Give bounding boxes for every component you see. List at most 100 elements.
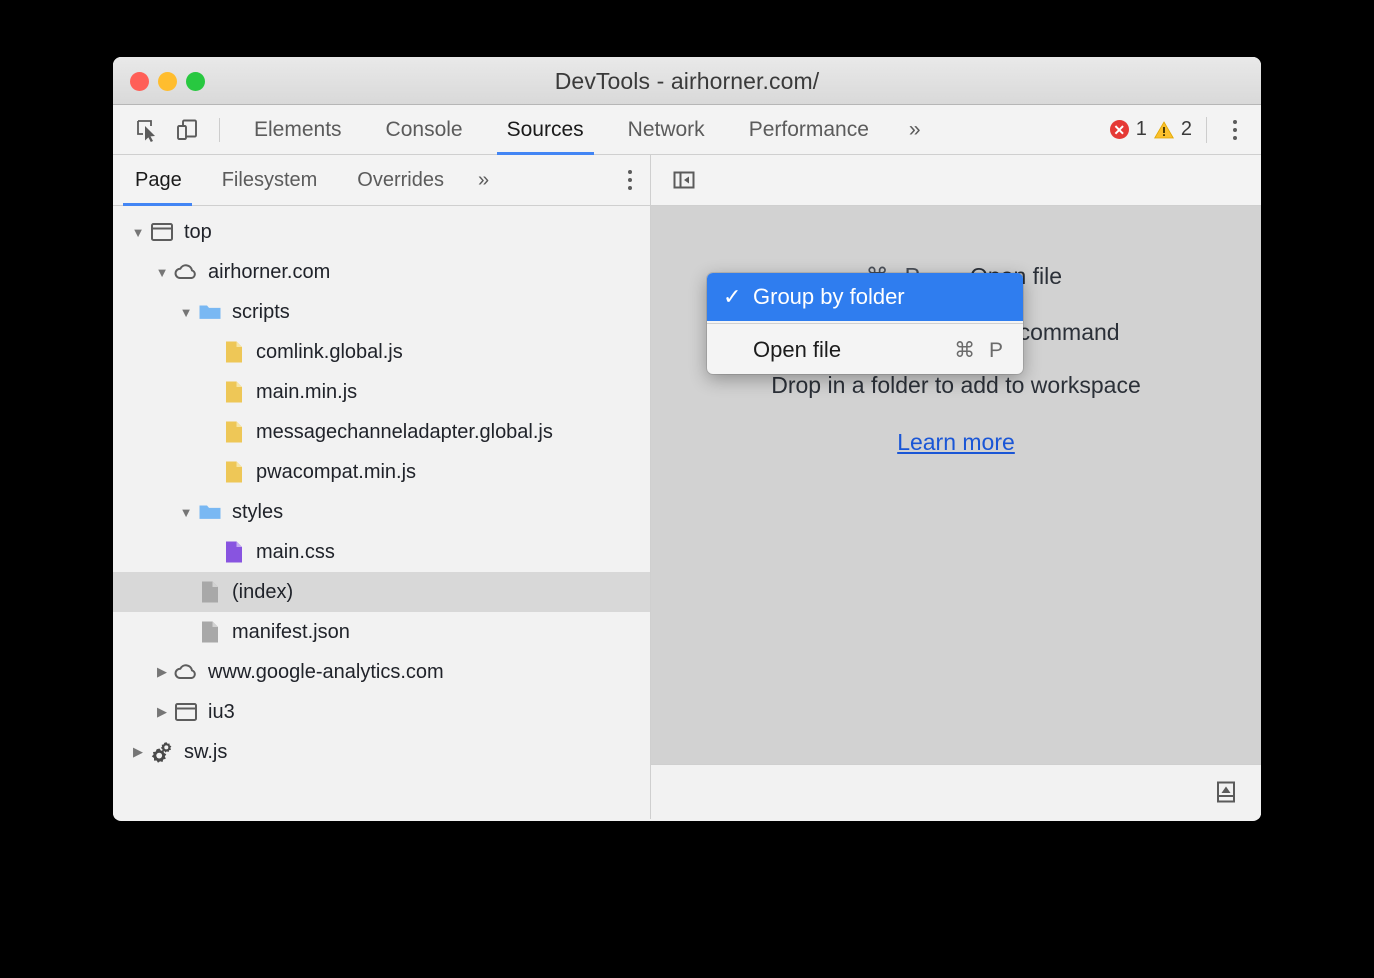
- kebab-dot: [1233, 128, 1237, 132]
- minimize-window-button[interactable]: [158, 72, 177, 91]
- sources-body: ▼ top▼ airhorner.com▼ scripts comlink.gl…: [113, 206, 1261, 819]
- more-panels-button[interactable]: »: [891, 118, 937, 142]
- collapse-sidebar-button[interactable]: [669, 165, 699, 195]
- error-icon: ✕: [1110, 120, 1129, 139]
- js-file-icon-wrapper: [221, 459, 247, 485]
- folder-icon: [197, 499, 223, 525]
- kebab-dot: [1233, 120, 1237, 124]
- tree-row[interactable]: comlink.global.js: [113, 332, 650, 372]
- tree-row[interactable]: messagechanneladapter.global.js: [113, 412, 650, 452]
- twisty-expanded-icon[interactable]: ▼: [151, 265, 173, 280]
- menu-item-group-by-folder[interactable]: ✓ Group by folder: [707, 273, 1023, 321]
- warning-count: 2: [1181, 118, 1192, 141]
- tree-row-label: sw.js: [184, 741, 227, 764]
- show-drawer-button[interactable]: [1211, 777, 1241, 807]
- window-title: DevTools - airhorner.com/: [113, 57, 1261, 105]
- tree-row[interactable]: ▼ top: [113, 212, 650, 252]
- tab-label: Console: [386, 118, 463, 142]
- main-menu-button[interactable]: [1217, 110, 1253, 150]
- tree-row-label: main.min.js: [256, 381, 357, 404]
- tree-row-label: top: [184, 221, 212, 244]
- js-file-icon: [221, 459, 247, 485]
- twisty-collapsed-icon[interactable]: ▶: [151, 704, 173, 720]
- learn-more-link[interactable]: Learn more: [897, 429, 1015, 456]
- tab-console[interactable]: Console: [364, 105, 485, 154]
- js-file-icon: [221, 419, 247, 445]
- css-file-icon: [221, 539, 247, 565]
- subtab-label: Filesystem: [222, 169, 318, 192]
- navigator-context-menu: ✓ Group by folder Open file ⌘ P: [707, 273, 1023, 374]
- more-navigator-tabs-button[interactable]: »: [464, 169, 501, 192]
- navigator-sidebar: ▼ top▼ airhorner.com▼ scripts comlink.gl…: [113, 206, 651, 819]
- js-file-icon-wrapper: [221, 419, 247, 445]
- subtab-filesystem[interactable]: Filesystem: [202, 155, 338, 205]
- tree-row[interactable]: ▼ airhorner.com: [113, 252, 650, 292]
- device-toolbar-icon: [175, 118, 199, 142]
- menu-item-label: Open file: [753, 337, 954, 363]
- file-tree: ▼ top▼ airhorner.com▼ scripts comlink.gl…: [113, 206, 650, 772]
- tree-row[interactable]: (index): [113, 572, 650, 612]
- screenshot-root: DevTools - airhorner.com/ Elements: [0, 0, 1374, 978]
- tree-row-label: airhorner.com: [208, 261, 330, 284]
- twisty-expanded-icon[interactable]: ▼: [127, 225, 149, 240]
- zoom-window-button[interactable]: [186, 72, 205, 91]
- js-file-icon: [221, 379, 247, 405]
- warning-icon: [1154, 121, 1174, 139]
- doc-file-icon-wrapper: [197, 619, 223, 645]
- tree-row[interactable]: ▶ sw.js: [113, 732, 650, 772]
- subtab-label: Overrides: [357, 169, 444, 192]
- js-file-icon-wrapper: [221, 339, 247, 365]
- twisty-collapsed-icon[interactable]: ▶: [151, 664, 173, 680]
- tree-row-label: manifest.json: [232, 621, 350, 644]
- tree-row[interactable]: ▶ iu3: [113, 692, 650, 732]
- tree-row-label: iu3: [208, 701, 235, 724]
- inspect-element-button[interactable]: [127, 110, 167, 150]
- tree-row-label: (index): [232, 581, 293, 604]
- issue-counters[interactable]: ✕ 1 2: [1110, 118, 1196, 141]
- tree-row[interactable]: ▶ www.google-analytics.com: [113, 652, 650, 692]
- tree-row[interactable]: pwacompat.min.js: [113, 452, 650, 492]
- tree-row[interactable]: main.css: [113, 532, 650, 572]
- inspect-element-icon: [135, 118, 159, 142]
- tree-row[interactable]: ▼ scripts: [113, 292, 650, 332]
- tab-label: Performance: [749, 118, 869, 142]
- menu-item-label: Group by folder: [753, 284, 1007, 310]
- tree-row-label: comlink.global.js: [256, 341, 403, 364]
- panel-tabs: Elements Console Sources Network Perform…: [232, 105, 891, 154]
- tab-performance[interactable]: Performance: [727, 105, 891, 154]
- twisty-expanded-icon[interactable]: ▼: [175, 305, 197, 320]
- tree-row[interactable]: ▼ styles: [113, 492, 650, 532]
- menu-item-open-file[interactable]: Open file ⌘ P: [707, 326, 1023, 374]
- tab-network[interactable]: Network: [606, 105, 727, 154]
- toolbar-divider: [219, 118, 220, 142]
- doc-file-icon: [197, 579, 223, 605]
- show-drawer-icon: [1213, 779, 1239, 805]
- tab-sources[interactable]: Sources: [485, 105, 606, 154]
- close-window-button[interactable]: [130, 72, 149, 91]
- check-icon: ✓: [723, 284, 753, 310]
- cloud-icon: [173, 659, 199, 685]
- tab-elements[interactable]: Elements: [232, 105, 364, 154]
- menu-separator: [707, 323, 1023, 324]
- js-file-icon: [221, 339, 247, 365]
- tree-row[interactable]: manifest.json: [113, 612, 650, 652]
- tree-row-label: pwacompat.min.js: [256, 461, 416, 484]
- frame-icon: [173, 699, 199, 725]
- cloud-icon-wrapper: [173, 259, 199, 285]
- frame-icon-wrapper: [149, 219, 175, 245]
- tree-row[interactable]: main.min.js: [113, 372, 650, 412]
- css-file-icon-wrapper: [221, 539, 247, 565]
- subtab-overrides[interactable]: Overrides: [337, 155, 464, 205]
- subtab-page[interactable]: Page: [113, 155, 202, 205]
- twisty-collapsed-icon[interactable]: ▶: [127, 744, 149, 760]
- folder-icon-wrapper: [197, 299, 223, 325]
- navigator-more-options-button[interactable]: [628, 170, 632, 190]
- doc-file-icon-wrapper: [197, 579, 223, 605]
- twisty-expanded-icon[interactable]: ▼: [175, 505, 197, 520]
- editor-statusbar: [651, 764, 1261, 819]
- window-titlebar: DevTools - airhorner.com/: [113, 57, 1261, 105]
- device-toolbar-button[interactable]: [167, 110, 207, 150]
- gears-icon: [149, 739, 175, 765]
- navigator-tabs: Page Filesystem Overrides »: [113, 155, 651, 205]
- traffic-lights: [130, 72, 205, 91]
